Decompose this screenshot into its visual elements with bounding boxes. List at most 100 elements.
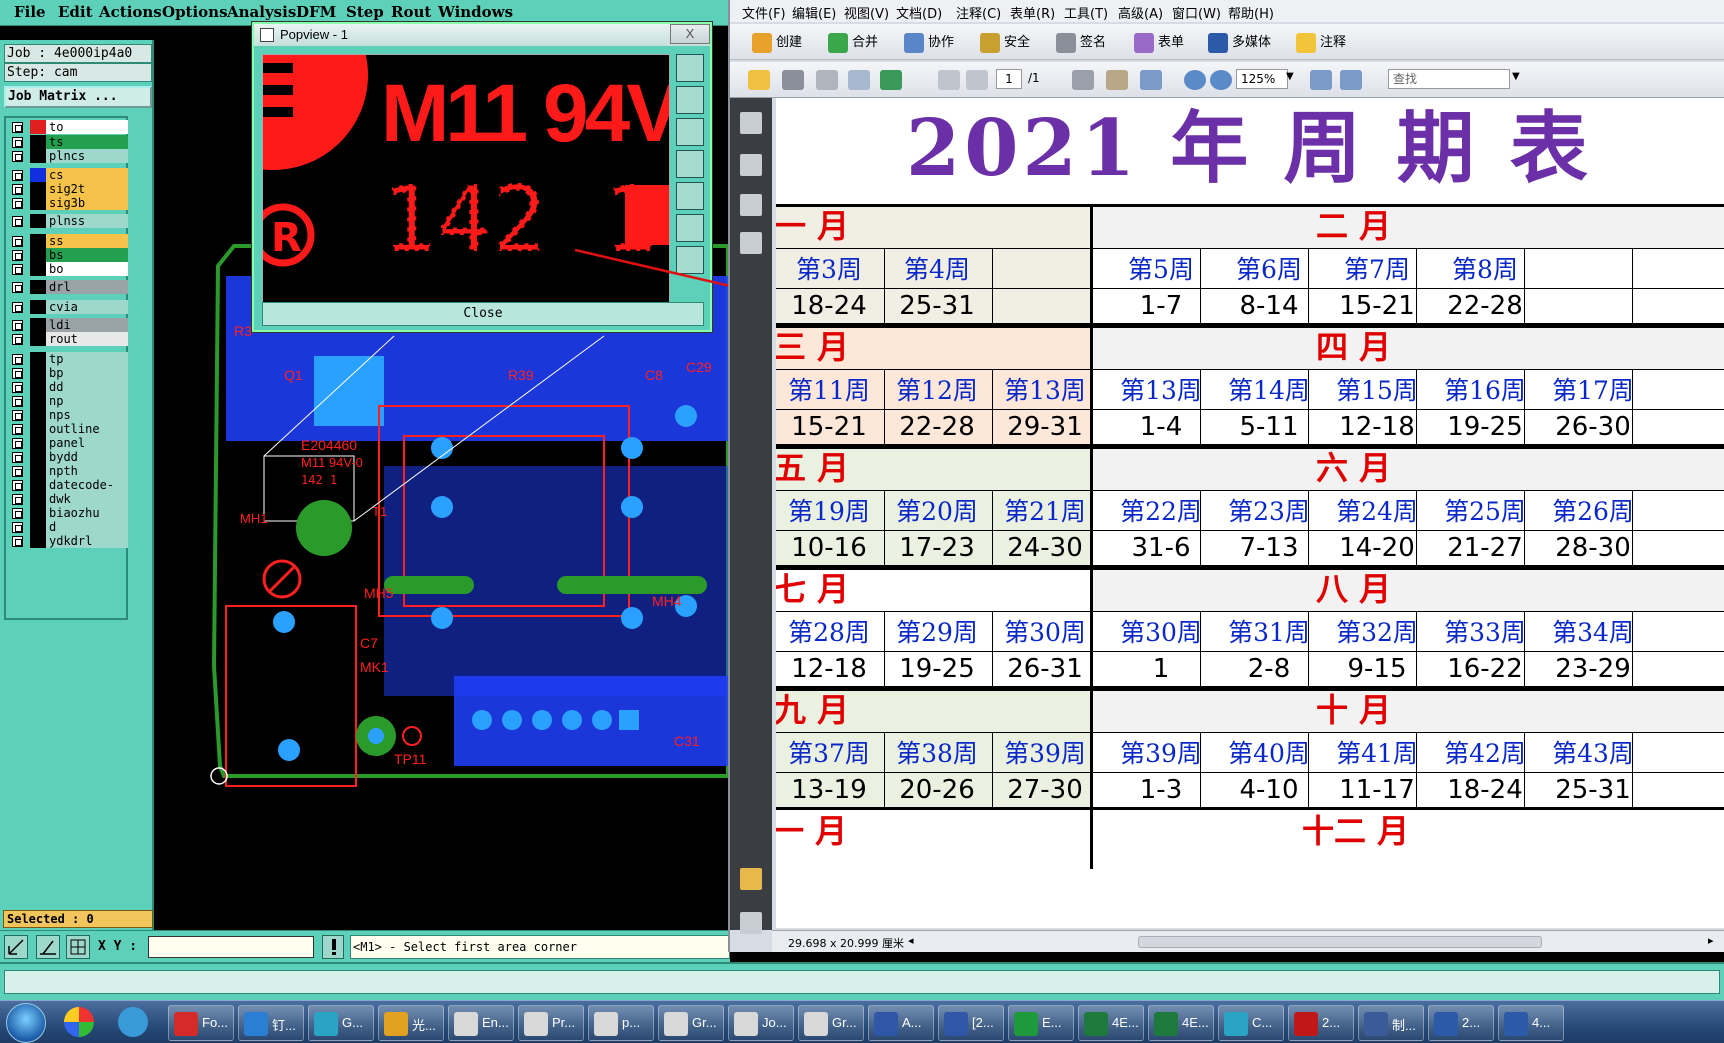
start-button[interactable] <box>6 1003 46 1043</box>
scroll-right-icon[interactable]: ▸ <box>1708 934 1714 947</box>
taskbar-item[interactable]: [2... <box>938 1005 1004 1041</box>
layer-checkbox[interactable] <box>12 334 23 345</box>
layer-checkbox[interactable] <box>12 137 23 148</box>
layer-row-cvia[interactable]: cvia <box>8 300 128 314</box>
prev-page-icon[interactable] <box>938 70 960 90</box>
layer-color-swatch[interactable] <box>30 149 46 163</box>
system-tray[interactable] <box>1590 1009 1720 1037</box>
browser-icon[interactable] <box>64 1007 94 1037</box>
snap-icon[interactable] <box>4 935 28 959</box>
layer-row-bs[interactable]: bs <box>8 248 128 262</box>
pan-left-icon[interactable] <box>676 150 704 178</box>
layer-row-dd[interactable]: dd <box>8 380 128 394</box>
acro-menu-file[interactable]: 文件(F) <box>742 3 786 22</box>
taskbar-item[interactable]: 4E... <box>1078 1005 1144 1041</box>
save-icon[interactable] <box>816 70 838 90</box>
taskbar-item[interactable]: Gr... <box>798 1005 864 1041</box>
layer-checkbox[interactable] <box>12 536 23 547</box>
attachments-panel-icon[interactable] <box>740 912 762 934</box>
layer-checkbox[interactable] <box>12 264 23 275</box>
layer-row-plnss[interactable]: plnss <box>8 214 128 228</box>
zoom-out-icon[interactable] <box>1184 70 1206 90</box>
menu-file[interactable]: File <box>14 3 46 21</box>
layer-row-plncs[interactable]: plncs <box>8 149 128 163</box>
menu-analysis[interactable]: Analysis <box>227 3 296 21</box>
taskbar-item[interactable]: 2... <box>1288 1005 1354 1041</box>
layer-checkbox[interactable] <box>12 236 23 247</box>
taskbar-item[interactable]: C... <box>1218 1005 1284 1041</box>
layer-checkbox[interactable] <box>12 466 23 477</box>
layer-row-panel[interactable]: panel <box>8 436 128 450</box>
layer-color-swatch[interactable] <box>30 436 46 450</box>
zoom-down-icon[interactable] <box>676 118 704 146</box>
menu-options[interactable]: Options <box>162 3 228 21</box>
menu-step[interactable]: Step <box>346 3 384 21</box>
layer-color-swatch[interactable] <box>30 478 46 492</box>
acro-menu-document[interactable]: 文档(D) <box>896 3 942 22</box>
acro-menu-help[interactable]: 帮助(H) <box>1228 3 1274 22</box>
layer-row-ydkdrl[interactable]: ydkdrl <box>8 534 128 548</box>
layer-checkbox[interactable] <box>12 452 23 463</box>
layer-row-bo[interactable]: bo <box>8 262 128 276</box>
layers-panel-icon[interactable] <box>740 194 762 216</box>
select-text-icon[interactable] <box>1072 70 1094 90</box>
pdf-page[interactable]: 2021 年 周 期 表 一 月 二 月第3周 18-24 第4周 25-31 第5周 1-… <box>776 98 1724 928</box>
multimedia-button[interactable]: 多媒体 <box>1206 32 1271 54</box>
layer-row-d[interactable]: d <box>8 520 128 534</box>
layer-checkbox[interactable] <box>12 382 23 393</box>
layer-checkbox[interactable] <box>12 250 23 261</box>
layer-row-nps[interactable]: nps <box>8 408 128 422</box>
measure-icon[interactable] <box>36 935 60 959</box>
layer-color-swatch[interactable] <box>30 352 46 366</box>
layer-color-swatch[interactable] <box>30 262 46 276</box>
taskbar-item[interactable]: A... <box>868 1005 934 1041</box>
layer-checkbox[interactable] <box>12 320 23 331</box>
taskbar-item[interactable]: Fo... <box>168 1005 234 1041</box>
layer-color-swatch[interactable] <box>30 408 46 422</box>
web-icon[interactable] <box>880 70 902 90</box>
messenger-icon[interactable] <box>118 1007 148 1037</box>
layer-color-swatch[interactable] <box>30 234 46 248</box>
popview-close-icon[interactable]: X <box>670 24 710 44</box>
layer-row-tp[interactable]: tp <box>8 352 128 366</box>
taskbar-item[interactable]: Jo... <box>728 1005 794 1041</box>
forms-button[interactable]: 表单 <box>1132 32 1184 54</box>
menu-edit[interactable]: Edit <box>58 3 93 21</box>
sign-button[interactable]: 签名 <box>1054 32 1106 54</box>
pan-right-icon[interactable] <box>676 182 704 210</box>
layer-checkbox[interactable] <box>12 508 23 519</box>
layer-checkbox[interactable] <box>12 396 23 407</box>
menu-rout[interactable]: Rout <box>391 3 431 21</box>
layer-checkbox[interactable] <box>12 198 23 209</box>
layer-row-np[interactable]: np <box>8 394 128 408</box>
hand-tool-icon[interactable] <box>1106 70 1128 90</box>
acro-menu-tools[interactable]: 工具(T) <box>1064 3 1108 22</box>
taskbar-item[interactable]: Pr... <box>518 1005 584 1041</box>
layer-color-swatch[interactable] <box>30 196 46 210</box>
taskbar-item[interactable]: 钉... <box>238 1005 304 1041</box>
zoom-up-icon[interactable] <box>676 86 704 114</box>
taskbar-item[interactable]: G... <box>308 1005 374 1041</box>
open-icon[interactable] <box>748 70 770 90</box>
horizontal-scrollbar[interactable] <box>1138 936 1542 948</box>
taskbar-item[interactable]: E... <box>1008 1005 1074 1041</box>
layer-row-outline[interactable]: outline <box>8 422 128 436</box>
combine-button[interactable]: 合并 <box>826 32 878 54</box>
zoom-fit-icon[interactable] <box>676 54 704 82</box>
layer-color-swatch[interactable] <box>30 422 46 436</box>
layer-checkbox[interactable] <box>12 410 23 421</box>
find-dropdown-icon[interactable]: ▼ <box>1512 71 1520 82</box>
layer-color-swatch[interactable] <box>30 280 46 294</box>
comment-button[interactable]: 注释 <box>1294 32 1346 54</box>
layer-row-bp[interactable]: bp <box>8 366 128 380</box>
layer-checkbox[interactable] <box>12 522 23 533</box>
layer-checkbox[interactable] <box>12 494 23 505</box>
layer-color-swatch[interactable] <box>30 380 46 394</box>
layer-row-bydd[interactable]: bydd <box>8 450 128 464</box>
layer-checkbox[interactable] <box>12 302 23 313</box>
secure-button[interactable]: 安全 <box>978 32 1030 54</box>
layer-color-swatch[interactable] <box>30 332 46 346</box>
acro-menu-window[interactable]: 窗口(W) <box>1172 3 1221 22</box>
fit-page-icon[interactable] <box>1310 70 1332 90</box>
layer-checkbox[interactable] <box>12 424 23 435</box>
